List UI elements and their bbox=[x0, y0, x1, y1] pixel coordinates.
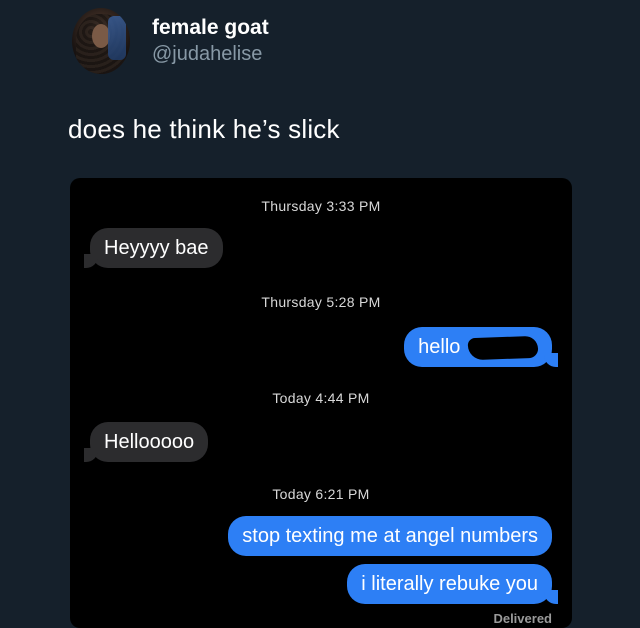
outgoing-message-1: hello bbox=[404, 327, 552, 367]
bubble-tail bbox=[84, 254, 98, 268]
bubble-tail bbox=[84, 448, 98, 462]
tweet-text: does he think he’s slick bbox=[68, 114, 340, 144]
message-text: stop texting me at angel numbers bbox=[242, 525, 538, 547]
tweet-header: female goat @judahelise bbox=[72, 8, 269, 74]
bubble-tail bbox=[544, 590, 558, 604]
bubble-tail bbox=[544, 353, 558, 367]
avatar[interactable] bbox=[72, 8, 130, 74]
outgoing-message-3: i literally rebuke you bbox=[347, 564, 552, 604]
author-display-name[interactable]: female goat bbox=[152, 15, 269, 41]
timestamp-2: Thursday 5:28 PM bbox=[261, 294, 381, 310]
incoming-message-1: Heyyyy bae bbox=[90, 228, 223, 268]
author-names: female goat @judahelise bbox=[152, 15, 269, 67]
incoming-message-2: Hellooooo bbox=[90, 422, 209, 462]
timestamp-1: Thursday 3:33 PM bbox=[261, 198, 381, 214]
timestamp-3: Today 4:44 PM bbox=[272, 390, 370, 406]
message-text: hello bbox=[418, 336, 461, 358]
message-text: Heyyyy bae bbox=[104, 237, 209, 259]
outgoing-message-2: stop texting me at angel numbers bbox=[228, 516, 552, 556]
message-text: Hellooooo bbox=[104, 431, 195, 453]
timestamp-4: Today 6:21 PM bbox=[272, 486, 370, 502]
delivery-status: Delivered bbox=[493, 611, 552, 626]
embedded-chat-screenshot[interactable]: Thursday 3:33 PM Heyyyy bae Thursday 5:2… bbox=[70, 178, 572, 628]
avatar-clothing bbox=[108, 16, 126, 60]
redaction-scribble bbox=[467, 335, 539, 360]
message-text: i literally rebuke you bbox=[361, 573, 538, 595]
author-handle[interactable]: @judahelise bbox=[152, 41, 269, 67]
